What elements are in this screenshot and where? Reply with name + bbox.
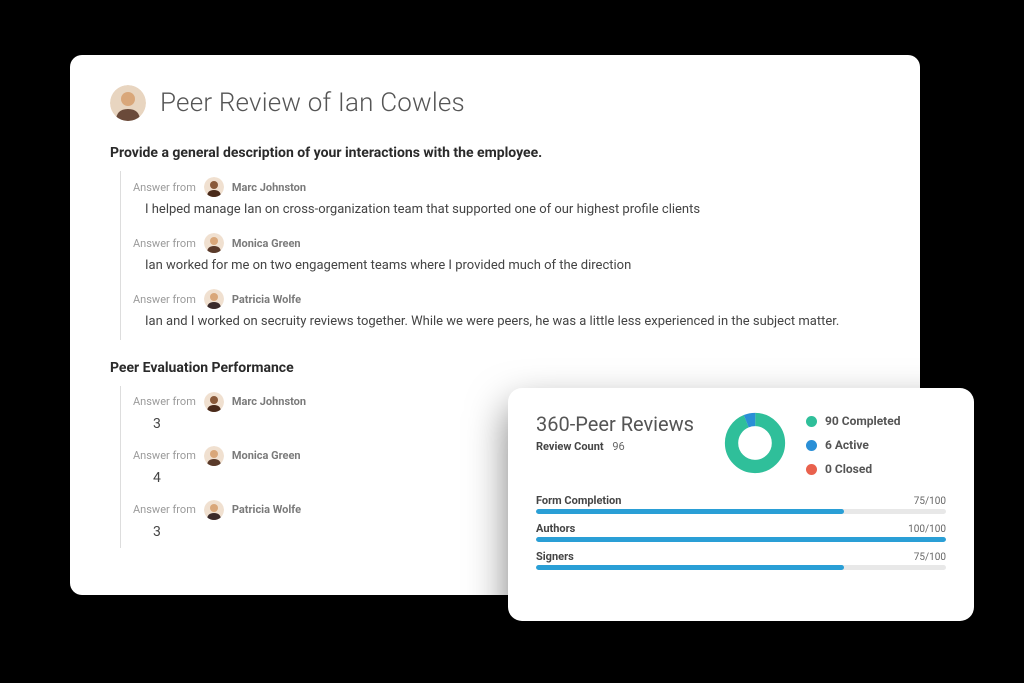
stats-subtitle: Review Count 96 [536, 440, 694, 453]
question-1-title: Provide a general description of your in… [110, 145, 880, 161]
dot-icon [806, 464, 817, 475]
legend-label: 0 Closed [825, 462, 872, 476]
answer-text: Ian worked for me on two engagement team… [133, 257, 880, 275]
reviewer-name: Patricia Wolfe [232, 503, 301, 516]
stats-header: 360-Peer Reviews Review Count 96 90 Comp… [536, 412, 946, 478]
page-title: Peer Review of Ian Cowles [160, 88, 465, 118]
progress-bar [536, 509, 946, 514]
answer-from-label: Answer from [133, 181, 196, 194]
progress-label: Authors [536, 522, 575, 535]
answer-text: I helped manage Ian on cross-organizatio… [133, 201, 880, 219]
progress-fill [536, 537, 946, 542]
stats-card: 360-Peer Reviews Review Count 96 90 Comp… [508, 388, 974, 621]
progress-row-form-completion: Form Completion 75/100 [536, 494, 946, 514]
page-header: Peer Review of Ian Cowles [110, 85, 880, 121]
progress-label: Signers [536, 550, 574, 563]
progress-section: Form Completion 75/100 Authors 100/100 S… [536, 494, 946, 570]
progress-row-signers: Signers 75/100 [536, 550, 946, 570]
reviewer-name: Monica Green [232, 237, 301, 250]
reviewer-avatar [204, 289, 224, 309]
answer-from-label: Answer from [133, 237, 196, 250]
answer-block: Answer from Patricia Wolfe Ian and I wor… [121, 283, 880, 339]
question-1-answers: Answer from Marc Johnston I helped manag… [120, 171, 880, 340]
dot-icon [806, 416, 817, 427]
legend-label: 6 Active [825, 438, 869, 452]
answer-block: Answer from Marc Johnston I helped manag… [121, 171, 880, 227]
reviewer-avatar [204, 392, 224, 412]
reviewer-avatar [204, 446, 224, 466]
answer-from-label: Answer from [133, 293, 196, 306]
reviewer-avatar [204, 233, 224, 253]
subject-avatar [110, 85, 146, 121]
legend-item-completed: 90 Completed [806, 414, 946, 428]
reviewer-name: Monica Green [232, 449, 301, 462]
progress-row-authors: Authors 100/100 [536, 522, 946, 542]
answer-text: Ian and I worked on secruity reviews tog… [133, 313, 880, 331]
legend-label: 90 Completed [825, 414, 900, 428]
progress-bar [536, 537, 946, 542]
donut-segment-completed [732, 420, 779, 467]
answer-from-label: Answer from [133, 503, 196, 516]
stats-title: 360-Peer Reviews [536, 412, 694, 436]
review-count-label: Review Count [536, 440, 604, 453]
legend: 90 Completed 6 Active 0 Closed [806, 412, 946, 476]
legend-item-active: 6 Active [806, 438, 946, 452]
progress-value: 75/100 [914, 552, 946, 563]
answer-from-label: Answer from [133, 449, 196, 462]
question-2-title: Peer Evaluation Performance [110, 360, 880, 376]
answer-block: Answer from Monica Green Ian worked for … [121, 227, 880, 283]
donut-chart [724, 412, 786, 478]
review-count-value: 96 [612, 440, 624, 453]
reviewer-name: Marc Johnston [232, 181, 306, 194]
progress-value: 100/100 [908, 524, 946, 535]
reviewer-avatar [204, 500, 224, 520]
progress-label: Form Completion [536, 494, 621, 507]
progress-value: 75/100 [914, 496, 946, 507]
progress-fill [536, 565, 844, 570]
dot-icon [806, 440, 817, 451]
progress-bar [536, 565, 946, 570]
reviewer-avatar [204, 177, 224, 197]
answer-from-label: Answer from [133, 395, 196, 408]
progress-fill [536, 509, 844, 514]
legend-item-closed: 0 Closed [806, 462, 946, 476]
reviewer-name: Marc Johnston [232, 395, 306, 408]
reviewer-name: Patricia Wolfe [232, 293, 301, 306]
